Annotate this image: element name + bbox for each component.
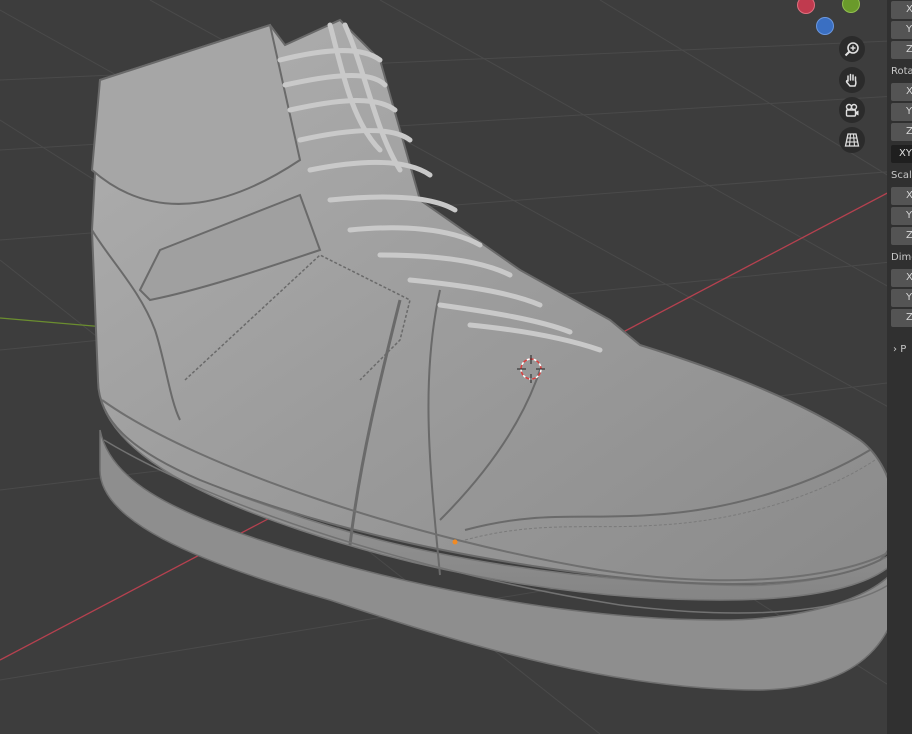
dimensions-y-label: Y	[906, 292, 912, 303]
location-y-field[interactable]: Y	[891, 21, 912, 39]
location-x-label: X	[906, 4, 912, 15]
rotation-y-label: Y	[906, 106, 912, 117]
rotation-label: Rota	[891, 66, 912, 77]
gizmo-z-axis[interactable]	[816, 17, 834, 35]
scale-x-field[interactable]: X	[891, 187, 912, 205]
rotation-mode-dropdown[interactable]: XY	[891, 145, 912, 163]
scale-y-label: Y	[906, 210, 912, 221]
chevron-right-icon: ›	[893, 344, 897, 355]
hand-pan-icon	[845, 73, 857, 87]
grid-ortho-icon	[844, 133, 860, 147]
rotation-x-label: X	[906, 86, 912, 97]
zoom-button[interactable]	[839, 36, 865, 62]
origin-dot-icon	[452, 539, 458, 545]
location-y-label: Y	[906, 24, 912, 35]
rotation-mode-value: XY	[899, 148, 912, 159]
camera-icon	[845, 103, 859, 117]
rotation-y-field[interactable]: Y	[891, 103, 912, 121]
dimensions-x-label: X	[906, 272, 912, 283]
pan-button[interactable]	[839, 67, 865, 93]
shoe-model	[90, 18, 906, 691]
properties-subpanel-label: P	[900, 344, 907, 355]
rotation-z-label: Z	[906, 126, 912, 137]
ortho-toggle-button[interactable]	[839, 127, 865, 153]
3d-viewport[interactable]	[0, 0, 912, 734]
properties-subpanel-header[interactable]: › P	[893, 344, 906, 355]
scale-label: Scal	[891, 170, 912, 181]
camera-view-button[interactable]	[839, 97, 865, 123]
zoom-icon	[844, 42, 859, 57]
scale-x-label: X	[906, 190, 912, 201]
rotation-z-field[interactable]: Z	[891, 123, 912, 141]
scale-z-label: Z	[906, 230, 912, 241]
dimensions-y-field[interactable]: Y	[891, 289, 912, 307]
viewport-scene	[0, 0, 912, 734]
location-z-field[interactable]: Z	[891, 41, 912, 59]
dimensions-x-field[interactable]: X	[891, 269, 912, 287]
rotation-x-field[interactable]: X	[891, 83, 912, 101]
dimensions-z-field[interactable]: Z	[891, 309, 912, 327]
dimensions-label: Dime	[891, 252, 912, 263]
scale-y-field[interactable]: Y	[891, 207, 912, 225]
scale-z-field[interactable]: Z	[891, 227, 912, 245]
location-x-field[interactable]: X	[891, 1, 912, 19]
location-z-label: Z	[906, 44, 912, 55]
dimensions-z-label: Z	[906, 312, 912, 323]
sidebar-n-panel: X Y Z Rota X Y Z XY Scal X Y Z Dime X Y …	[887, 0, 912, 734]
